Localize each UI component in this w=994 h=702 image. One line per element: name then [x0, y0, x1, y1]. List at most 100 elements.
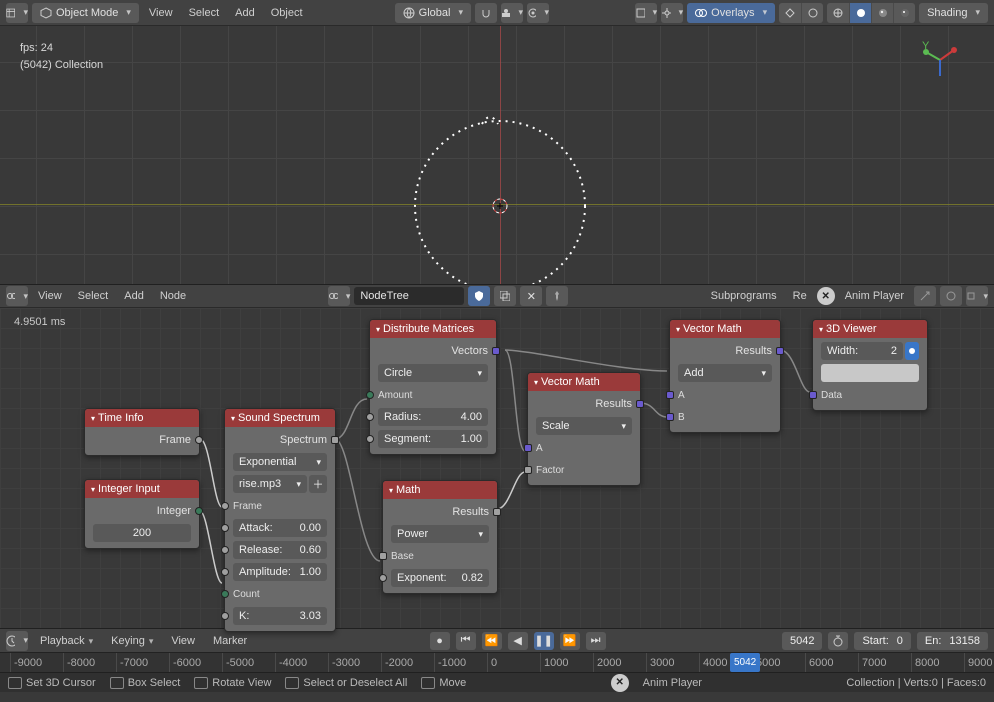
ne-menu-select[interactable]: Select [72, 290, 115, 302]
node-header[interactable]: Integer Input [85, 480, 199, 498]
node-sound-spectrum[interactable]: Sound Spectrum Spectrum Exponential rise… [224, 408, 336, 632]
status-bar: Set 3D Cursor Box Select Rotate View Sel… [0, 672, 994, 692]
menu-view[interactable]: View [143, 7, 179, 19]
overlays-dropdown[interactable]: Overlays [687, 3, 775, 23]
unlink-tree[interactable]: ✕ [520, 286, 542, 306]
pin-icon[interactable] [546, 286, 568, 306]
menu-select[interactable]: Select [183, 7, 226, 19]
pause[interactable]: ❚❚ [534, 632, 554, 650]
subprograms-menu[interactable]: Subprograms [705, 290, 783, 302]
integer-value[interactable]: 200 [93, 524, 191, 542]
timeline-editor-type[interactable] [6, 631, 28, 651]
node-time-info[interactable]: Time Info Frame [84, 408, 200, 456]
proportional-edit[interactable] [527, 3, 549, 23]
node-integer-input[interactable]: Integer Input Integer 200 [84, 479, 200, 549]
viewer-width[interactable]: Width:2 [821, 342, 903, 360]
ne-tool-1[interactable] [914, 286, 936, 306]
jump-next-key[interactable]: ⏩ [560, 632, 580, 650]
node-vector-math-scale[interactable]: Vector Math Results Scale A Factor [527, 372, 641, 486]
nav-gizmo[interactable]: Y [920, 40, 960, 80]
xray-wireframe-toggle[interactable] [779, 3, 823, 23]
orientation-dropdown[interactable]: Global [395, 3, 471, 23]
visibility-dropdown[interactable] [635, 3, 657, 23]
wireframe-icon [832, 7, 844, 19]
ne-tool-2[interactable] [940, 286, 962, 306]
node-vector-math-add[interactable]: Vector Math Results Add A B [669, 319, 781, 433]
overlays-icon [695, 7, 707, 19]
sound-file[interactable]: rise.mp3 [233, 475, 307, 493]
cube-icon [40, 7, 52, 19]
node-distribute-matrices[interactable]: Distribute Matrices Vectors Circle Amoun… [369, 319, 497, 455]
exec-time: 4.9501 ms [14, 316, 65, 328]
viewer-toggle[interactable] [905, 342, 919, 360]
snap-toggle[interactable] [475, 3, 497, 23]
tick: -8000 [63, 653, 95, 672]
tick: 6000 [805, 653, 833, 672]
node-canvas[interactable]: 4.9501 ms Time Info Frame Integer Input … [0, 308, 994, 628]
play-reverse[interactable]: ◀ [508, 632, 528, 650]
status-close-player[interactable]: ✕ [611, 674, 629, 692]
preview-range[interactable] [828, 632, 848, 650]
status-3d-cursor: Set 3D Cursor [8, 677, 96, 689]
cursor-3d [493, 199, 507, 213]
viewport-3d[interactable]: fps: 24 (5042) Collection Y [0, 26, 994, 284]
viewport-overlay-text: fps: 24 (5042) Collection [20, 40, 103, 73]
node-header[interactable]: Time Info [85, 409, 199, 427]
menu-object[interactable]: Object [265, 7, 309, 19]
ne-menu-add[interactable]: Add [118, 290, 150, 302]
shading-dropdown[interactable]: Shading [919, 3, 988, 23]
start-frame[interactable]: Start:0 [854, 632, 910, 650]
keying-menu[interactable]: Keying [105, 635, 159, 647]
node-header[interactable]: Vector Math [528, 373, 640, 391]
close-anim-player[interactable]: ✕ [817, 287, 835, 305]
status-box-select: Box Select [110, 677, 181, 689]
ne-menu-node[interactable]: Node [154, 290, 192, 302]
menu-add[interactable]: Add [229, 7, 261, 19]
playhead[interactable]: 5042 [730, 653, 760, 672]
vmath-op[interactable]: Add [678, 364, 772, 382]
node-header[interactable]: Distribute Matrices [370, 320, 496, 338]
duplicate-tree[interactable] [494, 286, 516, 306]
tick: -1000 [434, 653, 466, 672]
mesh-circle[interactable] [412, 108, 592, 284]
node-editor-type[interactable] [6, 286, 28, 306]
tick: 0 [487, 653, 497, 672]
tick: -9000 [10, 653, 42, 672]
playback-menu[interactable]: Playback [34, 635, 99, 647]
tick: 8000 [911, 653, 939, 672]
current-frame[interactable]: 5042 [782, 632, 822, 650]
node-header[interactable]: 3D Viewer [813, 320, 927, 338]
jump-start[interactable]: ⏮ [456, 632, 476, 650]
viewport-header: Object Mode View Select Add Object Globa… [0, 0, 994, 26]
node-header[interactable]: Vector Math [670, 320, 780, 338]
status-move: Move [421, 677, 466, 689]
marker-menu[interactable]: Marker [207, 635, 253, 647]
end-frame[interactable]: En:13158 [917, 632, 988, 650]
node-header[interactable]: Sound Spectrum [225, 409, 335, 427]
auto-key[interactable]: ● [430, 632, 450, 650]
mode-dropdown[interactable]: Object Mode [32, 3, 139, 23]
viewer-color[interactable] [821, 364, 919, 382]
jump-end[interactable]: ⏭ [586, 632, 606, 650]
node-header[interactable]: Math [383, 481, 497, 499]
editor-type-dropdown[interactable] [6, 3, 28, 23]
jump-prev-key[interactable]: ⏪ [482, 632, 502, 650]
shape-dropdown[interactable]: Circle [378, 364, 488, 382]
math-op[interactable]: Power [391, 525, 489, 543]
interp-dropdown[interactable]: Exponential [233, 453, 327, 471]
tl-view-menu[interactable]: View [165, 635, 201, 647]
ne-tool-3[interactable] [966, 286, 988, 306]
snap-options[interactable] [501, 3, 523, 23]
add-sound[interactable]: ＋ [309, 475, 327, 493]
shading-mode-pills[interactable] [827, 3, 915, 23]
timeline-ruler[interactable]: 9000800070006000500040003000200010000-10… [0, 652, 994, 672]
node-math[interactable]: Math Results Power Base Exponent:0.82 [382, 480, 498, 594]
gizmo-dropdown[interactable] [661, 3, 683, 23]
pin-tree[interactable] [468, 286, 490, 306]
nodetree-name[interactable]: NodeTree [354, 287, 464, 305]
tree-type[interactable] [328, 286, 350, 306]
node-3d-viewer[interactable]: 3D Viewer Width:2 Data [812, 319, 928, 411]
status-rotate: Rotate View [194, 677, 271, 689]
ne-menu-view[interactable]: View [32, 290, 68, 302]
vmath-op[interactable]: Scale [536, 417, 632, 435]
